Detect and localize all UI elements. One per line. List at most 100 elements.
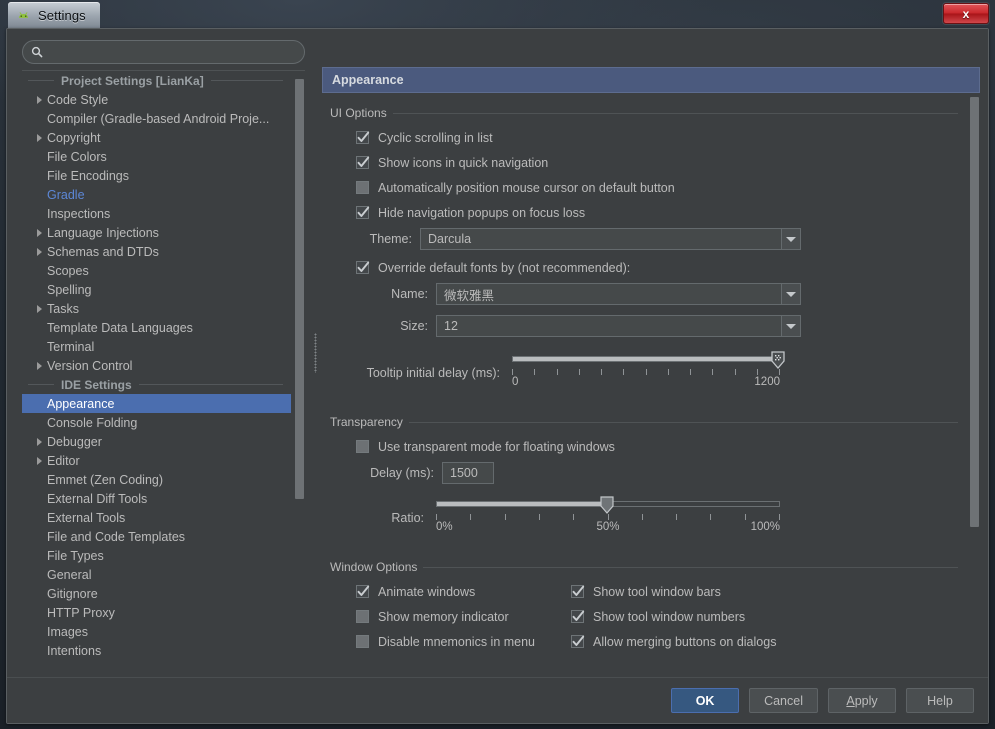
sidebar-item-file-colors[interactable]: File Colors (22, 147, 291, 166)
slider-thumb[interactable] (600, 496, 614, 514)
ui-option-checkbox-1[interactable]: Show icons in quick navigation (356, 150, 958, 175)
sidebar-item-debugger[interactable]: Debugger (22, 432, 291, 451)
sidebar-item-appearance[interactable]: Appearance (22, 394, 291, 413)
chevron-down-icon[interactable] (781, 284, 800, 304)
window-option-left-1[interactable]: Show memory indicator (356, 604, 571, 629)
ui-option-checkbox-3[interactable]: Hide navigation popups on focus loss (356, 200, 958, 225)
sidebar-item-language-injections[interactable]: Language Injections (22, 223, 291, 242)
sidebar-item-template-data-languages[interactable]: Template Data Languages (22, 318, 291, 337)
checkbox-unchecked-icon[interactable] (356, 440, 369, 453)
sidebar-item-intentions[interactable]: Intentions (22, 641, 291, 660)
checkbox-checked-icon[interactable] (571, 585, 584, 598)
chevron-right-icon[interactable] (32, 96, 47, 104)
chevron-right-icon[interactable] (32, 134, 47, 142)
checkbox-unchecked-icon[interactable] (356, 635, 369, 648)
slider-tick (779, 369, 780, 375)
checkbox-checked-icon[interactable] (356, 585, 369, 598)
theme-select[interactable]: Darcula (420, 228, 801, 250)
sidebar-item-general[interactable]: General (22, 565, 291, 584)
window-option-right-1[interactable]: Show tool window numbers (571, 604, 776, 629)
sidebar-item-schemas-and-dtds[interactable]: Schemas and DTDs (22, 242, 291, 261)
ok-button[interactable]: OK (671, 688, 739, 713)
override-default-fonts-checkbox[interactable]: Override default fonts by (not recommend… (356, 255, 958, 280)
panel-splitter[interactable] (310, 36, 320, 669)
window-option-left-2[interactable]: Disable mnemonics in menu (356, 629, 571, 654)
slider-min-label: 0% (436, 521, 453, 533)
sidebar-scrollbar[interactable] (293, 71, 305, 669)
sidebar-item-console-folding[interactable]: Console Folding (22, 413, 291, 432)
checkbox-unchecked-icon[interactable] (356, 610, 369, 623)
transparency-delay-input[interactable]: 1500 (442, 462, 494, 484)
ui-option-checkbox-0[interactable]: Cyclic scrolling in list (356, 125, 958, 150)
chevron-right-icon[interactable] (32, 229, 47, 237)
cancel-button[interactable]: Cancel (749, 688, 818, 713)
section-window-options: Window Options Animate windowsShow memor… (322, 559, 966, 654)
ui-option-checkbox-2[interactable]: Automatically position mouse cursor on d… (356, 175, 958, 200)
close-icon[interactable]: x (943, 3, 989, 24)
chevron-right-icon[interactable] (32, 305, 47, 313)
sidebar-item-terminal[interactable]: Terminal (22, 337, 291, 356)
tree-group-label: IDE Settings (61, 378, 132, 392)
sidebar-item-gradle[interactable]: Gradle (22, 185, 291, 204)
tooltip-delay-slider[interactable]: 0 1200 (512, 348, 780, 392)
checkbox-label: Show tool window numbers (593, 610, 745, 624)
sidebar-item-tasks[interactable]: Tasks (22, 299, 291, 318)
slider-mid-label: 50% (596, 521, 619, 533)
chevron-right-icon[interactable] (32, 438, 47, 446)
page-scrollbar-thumb[interactable] (970, 97, 979, 527)
sidebar-item-file-encodings[interactable]: File Encodings (22, 166, 291, 185)
window-option-right-2[interactable]: Allow merging buttons on dialogs (571, 629, 776, 654)
help-button[interactable]: Help (906, 688, 974, 713)
search-input[interactable] (43, 45, 304, 59)
chevron-down-icon[interactable] (781, 229, 800, 249)
checkbox-checked-icon[interactable] (356, 206, 369, 219)
chevron-right-icon[interactable] (32, 248, 47, 256)
chevron-right-icon[interactable] (32, 457, 47, 465)
sidebar-item-editor[interactable]: Editor (22, 451, 291, 470)
chevron-right-icon[interactable] (32, 362, 47, 370)
sidebar-item-scopes[interactable]: Scopes (22, 261, 291, 280)
checkbox-checked-icon[interactable] (571, 610, 584, 623)
window-option-left-0[interactable]: Animate windows (356, 579, 571, 604)
sidebar-item-copyright[interactable]: Copyright (22, 128, 291, 147)
sidebar-item-gitignore[interactable]: Gitignore (22, 584, 291, 603)
checkbox-label: Show memory indicator (378, 610, 509, 624)
use-transparent-mode-checkbox[interactable]: Use transparent mode for floating window… (356, 434, 958, 459)
sidebar-item-file-types[interactable]: File Types (22, 546, 291, 565)
checkbox-checked-icon[interactable] (356, 131, 369, 144)
sidebar-item-compiler-gradle-based-android-proje[interactable]: Compiler (Gradle-based Android Proje... (22, 109, 291, 128)
section-transparency: Transparency Use transparent mode for fl… (322, 414, 966, 537)
sidebar-item-inspections[interactable]: Inspections (22, 204, 291, 223)
window-option-right-0[interactable]: Show tool window bars (571, 579, 776, 604)
sidebar-item-external-tools[interactable]: External Tools (22, 508, 291, 527)
sidebar-item-version-control[interactable]: Version Control (22, 356, 291, 375)
search-box[interactable] (22, 40, 305, 64)
sidebar-item-images[interactable]: Images (22, 622, 291, 641)
font-name-value: 微软雅黑 (437, 285, 781, 304)
sidebar-item-label: Emmet (Zen Coding) (47, 473, 163, 487)
sidebar-item-emmet-zen-coding[interactable]: Emmet (Zen Coding) (22, 470, 291, 489)
sidebar-item-http-proxy[interactable]: HTTP Proxy (22, 603, 291, 622)
checkbox-checked-icon[interactable] (356, 156, 369, 169)
chevron-down-icon[interactable] (781, 316, 800, 336)
apply-button[interactable]: Apply (828, 688, 896, 713)
sidebar-item-file-and-code-templates[interactable]: File and Code Templates (22, 527, 291, 546)
sidebar-item-code-style[interactable]: Code Style (22, 90, 291, 109)
sidebar-item-external-diff-tools[interactable]: External Diff Tools (22, 489, 291, 508)
font-name-select[interactable]: 微软雅黑 (436, 283, 801, 305)
ratio-label: Ratio: (340, 493, 424, 525)
checkbox-label: Animate windows (378, 585, 475, 599)
checkbox-checked-icon[interactable] (356, 261, 369, 274)
slider-thumb[interactable] (771, 351, 785, 369)
group-divider (139, 384, 283, 385)
checkbox-checked-icon[interactable] (571, 635, 584, 648)
sidebar-scrollbar-thumb[interactable] (295, 79, 304, 499)
page-scrollbar[interactable] (968, 93, 980, 669)
section-label: Transparency (330, 415, 403, 429)
checkbox-unchecked-icon[interactable] (356, 181, 369, 194)
settings-tree: Project Settings [LianKa]Code StyleCompi… (22, 71, 291, 669)
font-size-select[interactable]: 12 (436, 315, 801, 337)
ratio-slider[interactable]: 0% 50% 100% (436, 493, 780, 537)
window-options-grid: Animate windows Show memory indicator Disa… (330, 575, 958, 654)
sidebar-item-spelling[interactable]: Spelling (22, 280, 291, 299)
